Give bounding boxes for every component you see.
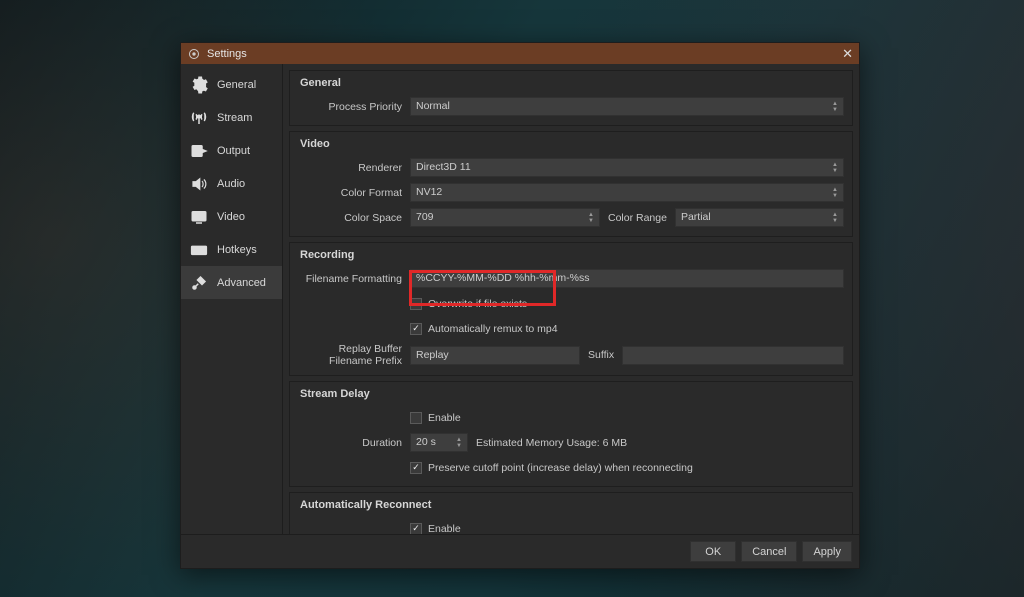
renderer-combo[interactable]: Direct3D 11 ▲▼ xyxy=(410,158,844,177)
checkbox-label: Enable xyxy=(428,523,461,535)
replay-prefix-input[interactable]: Replay xyxy=(410,346,580,365)
general-section: General Process Priority Normal ▲▼ xyxy=(289,70,853,126)
checkbox-label: Preserve cutoff point (increase delay) w… xyxy=(428,462,693,474)
color-format-combo[interactable]: NV12 ▲▼ xyxy=(410,183,844,202)
auto-reconnect-enable-checkbox[interactable]: Enable xyxy=(410,523,461,535)
keyboard-icon xyxy=(189,240,209,260)
section-title: Automatically Reconnect xyxy=(300,499,844,511)
spinner-icon: ▲▼ xyxy=(829,160,841,175)
settings-content: General Process Priority Normal ▲▼ Video… xyxy=(283,64,859,534)
memory-usage-label: Estimated Memory Usage: 6 MB xyxy=(468,437,635,449)
recording-section: Recording Filename Formatting %CCYY-%MM-… xyxy=(289,242,853,376)
sidebar-item-audio[interactable]: Audio xyxy=(181,167,282,200)
duration-spinner[interactable]: 20 s ▲▼ xyxy=(410,433,468,452)
sidebar-item-advanced[interactable]: Advanced xyxy=(181,266,282,299)
sidebar-item-label: General xyxy=(217,79,256,91)
section-title: General xyxy=(300,77,844,89)
combo-value: Normal xyxy=(416,98,450,115)
checkbox-icon xyxy=(410,523,422,535)
combo-value: Partial xyxy=(681,209,711,226)
combo-value: 709 xyxy=(416,209,434,226)
section-title: Stream Delay xyxy=(300,388,844,400)
preserve-cutoff-checkbox[interactable]: Preserve cutoff point (increase delay) w… xyxy=(410,462,693,474)
cancel-button[interactable]: Cancel xyxy=(741,541,797,562)
filename-formatting-label: Filename Formatting xyxy=(298,273,410,285)
color-range-combo[interactable]: Partial ▲▼ xyxy=(675,208,844,227)
tools-icon xyxy=(189,273,209,293)
process-priority-label: Process Priority xyxy=(298,101,410,113)
speaker-icon xyxy=(189,174,209,194)
sidebar-item-output[interactable]: Output xyxy=(181,134,282,167)
color-space-label: Color Space xyxy=(298,212,410,224)
checkbox-icon xyxy=(410,323,422,335)
window-title: Settings xyxy=(207,48,247,60)
auto-reconnect-section: Automatically Reconnect Enable Retry Del… xyxy=(289,492,853,534)
spinner-icon: ▲▼ xyxy=(829,185,841,200)
section-title: Video xyxy=(300,138,844,150)
overwrite-checkbox[interactable]: Overwrite if file exists xyxy=(410,298,527,310)
stream-delay-enable-checkbox[interactable]: Enable xyxy=(410,412,461,424)
combo-value: NV12 xyxy=(416,184,442,201)
titlebar[interactable]: Settings ✕ xyxy=(181,43,859,64)
field-value: %CCYY-%MM-%DD %hh-%mm-%ss xyxy=(416,270,589,287)
sidebar-item-general[interactable]: General xyxy=(181,68,282,101)
checkbox-label: Overwrite if file exists xyxy=(428,298,527,310)
video-section: Video Renderer Direct3D 11 ▲▼ Color Form… xyxy=(289,131,853,237)
section-title: Recording xyxy=(300,249,844,261)
ok-button[interactable]: OK xyxy=(690,541,736,562)
color-range-label: Color Range xyxy=(600,212,675,224)
spinner-icon: ▲▼ xyxy=(585,210,597,225)
sidebar-item-stream[interactable]: Stream xyxy=(181,101,282,134)
sidebar-item-label: Video xyxy=(217,211,245,223)
renderer-label: Renderer xyxy=(298,162,410,174)
process-priority-combo[interactable]: Normal ▲▼ xyxy=(410,97,844,116)
filename-formatting-input[interactable]: %CCYY-%MM-%DD %hh-%mm-%ss xyxy=(410,269,844,288)
checkbox-label: Enable xyxy=(428,412,461,424)
replay-suffix-input[interactable] xyxy=(622,346,844,365)
sidebar-item-label: Hotkeys xyxy=(217,244,257,256)
combo-value: Direct3D 11 xyxy=(416,159,471,176)
sidebar-item-label: Advanced xyxy=(217,277,266,289)
stream-delay-section: Stream Delay Enable Duration 20 s ▲▼ Est… xyxy=(289,381,853,487)
monitor-icon xyxy=(189,207,209,227)
output-icon xyxy=(189,141,209,161)
spinner-value: 20 s xyxy=(416,434,436,451)
checkbox-icon xyxy=(410,298,422,310)
sidebar: General Stream Output Audio Video Hotkey… xyxy=(181,64,283,534)
color-space-combo[interactable]: 709 ▲▼ xyxy=(410,208,600,227)
apply-button[interactable]: Apply xyxy=(802,541,852,562)
gear-icon xyxy=(189,75,209,95)
sidebar-item-video[interactable]: Video xyxy=(181,200,282,233)
checkbox-icon xyxy=(410,412,422,424)
spinner-icon: ▲▼ xyxy=(453,435,465,450)
replay-prefix-label: Replay Buffer Filename Prefix xyxy=(298,343,410,367)
settings-window: Settings ✕ General Stream Output Audio xyxy=(180,42,860,569)
replay-suffix-label: Suffix xyxy=(580,349,622,361)
sidebar-item-hotkeys[interactable]: Hotkeys xyxy=(181,233,282,266)
close-icon[interactable]: ✕ xyxy=(842,47,853,60)
checkbox-label: Automatically remux to mp4 xyxy=(428,323,558,335)
obs-icon xyxy=(187,47,201,61)
dialog-footer: OK Cancel Apply xyxy=(181,534,859,568)
sidebar-item-label: Audio xyxy=(217,178,245,190)
color-format-label: Color Format xyxy=(298,187,410,199)
sidebar-item-label: Output xyxy=(217,145,250,157)
antenna-icon xyxy=(189,108,209,128)
field-value: Replay xyxy=(416,347,449,364)
sidebar-item-label: Stream xyxy=(217,112,252,124)
spinner-icon: ▲▼ xyxy=(829,210,841,225)
spinner-icon: ▲▼ xyxy=(829,99,841,114)
duration-label: Duration xyxy=(298,437,410,449)
checkbox-icon xyxy=(410,462,422,474)
auto-remux-checkbox[interactable]: Automatically remux to mp4 xyxy=(410,323,558,335)
